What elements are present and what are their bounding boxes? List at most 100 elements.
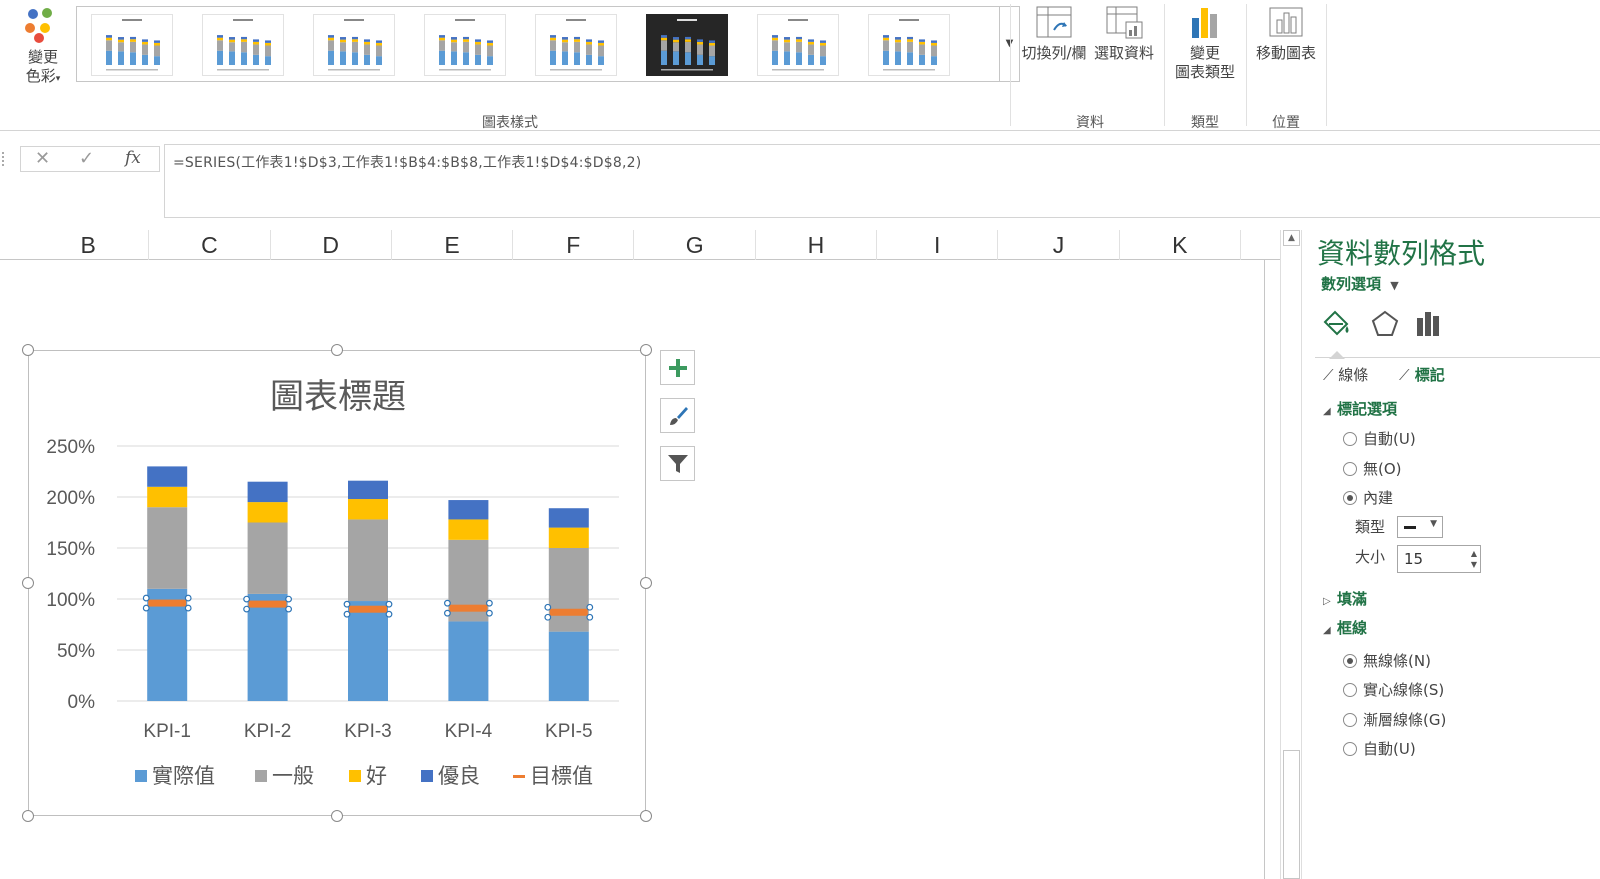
target-marker[interactable] [148, 599, 187, 607]
selection-point[interactable] [486, 609, 493, 617]
line-subtab[interactable]: ⟋ 線條 [1323, 364, 1368, 385]
resize-handle[interactable] [331, 810, 343, 822]
cancel-icon[interactable]: ✕ [35, 148, 50, 169]
bar-segment[interactable] [548, 548, 589, 632]
fill-section[interactable]: ▷ 填滿 [1323, 588, 1367, 609]
chart-area[interactable]: 圖表標題 0% 50% 100% 150% 200% 250% KPI-1 KPI-2 KPI-… [28, 350, 646, 816]
selection-point[interactable] [385, 600, 393, 608]
selection-point[interactable] [544, 603, 552, 611]
selection-point[interactable] [586, 613, 594, 621]
selection-point[interactable] [285, 605, 293, 613]
column-header-i[interactable]: I [877, 230, 999, 260]
legend-label[interactable]: 優良 [438, 764, 480, 788]
vertical-scrollbar[interactable]: ▲ [1280, 230, 1302, 879]
border-solid-option[interactable]: 實心線條(S) [1343, 679, 1444, 700]
resize-handle[interactable] [331, 344, 343, 356]
column-header-j[interactable]: J [998, 230, 1120, 260]
marker-type-dropdown[interactable]: ▼ [1397, 516, 1443, 538]
bar-segment[interactable] [548, 527, 589, 548]
chart-styles-gallery[interactable]: ▼ [76, 6, 1020, 82]
enter-icon[interactable]: ✓ [79, 148, 94, 169]
border-auto-option[interactable]: 自動(U) [1343, 738, 1416, 759]
chart-elements-button[interactable] [660, 350, 695, 385]
column-header-f[interactable]: F [513, 230, 635, 260]
selection-point[interactable] [544, 613, 552, 621]
chart-style-thumb[interactable] [202, 14, 284, 76]
gallery-more-button[interactable]: ▼ [999, 7, 1019, 81]
marker-size-value[interactable]: 15 [1404, 550, 1423, 568]
chart-style-thumb[interactable] [757, 14, 839, 76]
chart-style-thumb[interactable] [646, 14, 728, 76]
selection-point[interactable] [343, 600, 351, 608]
target-marker[interactable] [449, 604, 488, 612]
border-gradient-option[interactable]: 漸層線條(G) [1343, 709, 1446, 730]
border-none-option[interactable]: 無線條(N) [1343, 650, 1431, 671]
change-colors-button[interactable]: 變更 色彩▾ [14, 4, 72, 89]
bar-segment[interactable] [548, 508, 589, 528]
marker-none-option[interactable]: 無(O) [1343, 458, 1402, 479]
radio-button[interactable] [1343, 462, 1357, 476]
chart-styles-button[interactable] [660, 398, 695, 433]
selection-point[interactable] [142, 594, 150, 602]
legend-label[interactable]: 目標值 [530, 764, 593, 788]
scroll-up-icon[interactable]: ▲ [1283, 230, 1300, 246]
formula-input[interactable]: =SERIES(工作表1!$D$3,工作表1!$B$4:$B$8,工作表1!$D… [164, 144, 1600, 218]
selection-point[interactable] [142, 604, 150, 612]
selection-point[interactable] [184, 594, 192, 602]
legend-label[interactable]: 一般 [272, 764, 314, 788]
chart-style-thumb[interactable] [868, 14, 950, 76]
marker-options-section[interactable]: ◢ 標記選項 [1323, 398, 1397, 419]
switch-row-col-button[interactable]: 切換列/欄 [1018, 4, 1090, 63]
column-header-c[interactable]: C [149, 230, 271, 260]
selection-point[interactable] [343, 610, 351, 618]
chart-filters-button[interactable] [660, 446, 695, 481]
select-data-button[interactable]: 選取資料 [1092, 4, 1156, 63]
radio-button[interactable] [1343, 742, 1357, 756]
resize-handle[interactable] [22, 810, 34, 822]
chart-style-thumb[interactable] [424, 14, 506, 76]
selection-point[interactable] [184, 604, 192, 612]
chart-style-thumb[interactable] [535, 14, 617, 76]
column-header-d[interactable]: D [271, 230, 392, 260]
legend-label[interactable]: 實際值 [152, 764, 215, 788]
bar-segment[interactable] [348, 519, 388, 602]
series-options-dropdown[interactable]: 數列選項 ▼ [1321, 273, 1399, 294]
bar-segment[interactable] [147, 466, 188, 487]
fill-line-tab[interactable] [1319, 306, 1359, 359]
target-marker[interactable] [549, 608, 588, 616]
target-marker[interactable] [349, 605, 387, 613]
series-options-tab[interactable] [1411, 306, 1451, 346]
move-chart-button[interactable]: 移動圖表 [1250, 4, 1322, 63]
selection-point[interactable] [385, 610, 393, 618]
bar-segment[interactable] [247, 522, 288, 594]
radio-button-selected[interactable] [1343, 491, 1357, 505]
marker-subtab[interactable]: ⟋ 標記 [1399, 364, 1445, 385]
resize-handle[interactable] [22, 577, 34, 589]
column-header-e[interactable]: E [392, 230, 514, 260]
marker-size-spinner[interactable]: 15 ▲ ▼ [1397, 545, 1481, 573]
radio-button[interactable] [1343, 683, 1357, 697]
column-header-g[interactable]: G [635, 230, 756, 260]
formula-bar-grip[interactable] [2, 152, 5, 166]
marker-auto-option[interactable]: 自動(U) [1343, 428, 1416, 449]
selection-point[interactable] [486, 599, 493, 607]
selection-point[interactable] [243, 605, 251, 613]
border-section[interactable]: ◢ 框線 [1323, 617, 1367, 638]
resize-handle[interactable] [640, 344, 652, 356]
chart-style-thumb[interactable] [313, 14, 395, 76]
effects-tab[interactable] [1367, 306, 1407, 346]
resize-handle[interactable] [22, 344, 34, 356]
target-marker[interactable] [248, 600, 287, 608]
bar-segment[interactable] [448, 519, 489, 540]
bar-segment[interactable] [448, 621, 489, 701]
bar-segment[interactable] [448, 500, 489, 520]
bar-segment[interactable] [348, 480, 388, 500]
column-header-b[interactable]: B [28, 230, 150, 260]
bar-segment[interactable] [147, 486, 188, 508]
radio-button[interactable] [1343, 713, 1357, 727]
spinner-arrows-icon[interactable]: ▲ ▼ [1471, 548, 1477, 570]
bar-segment[interactable] [548, 631, 589, 701]
legend-label[interactable]: 好 [366, 764, 387, 788]
chart-style-thumb[interactable] [91, 14, 173, 76]
bar-segment[interactable] [247, 481, 288, 503]
